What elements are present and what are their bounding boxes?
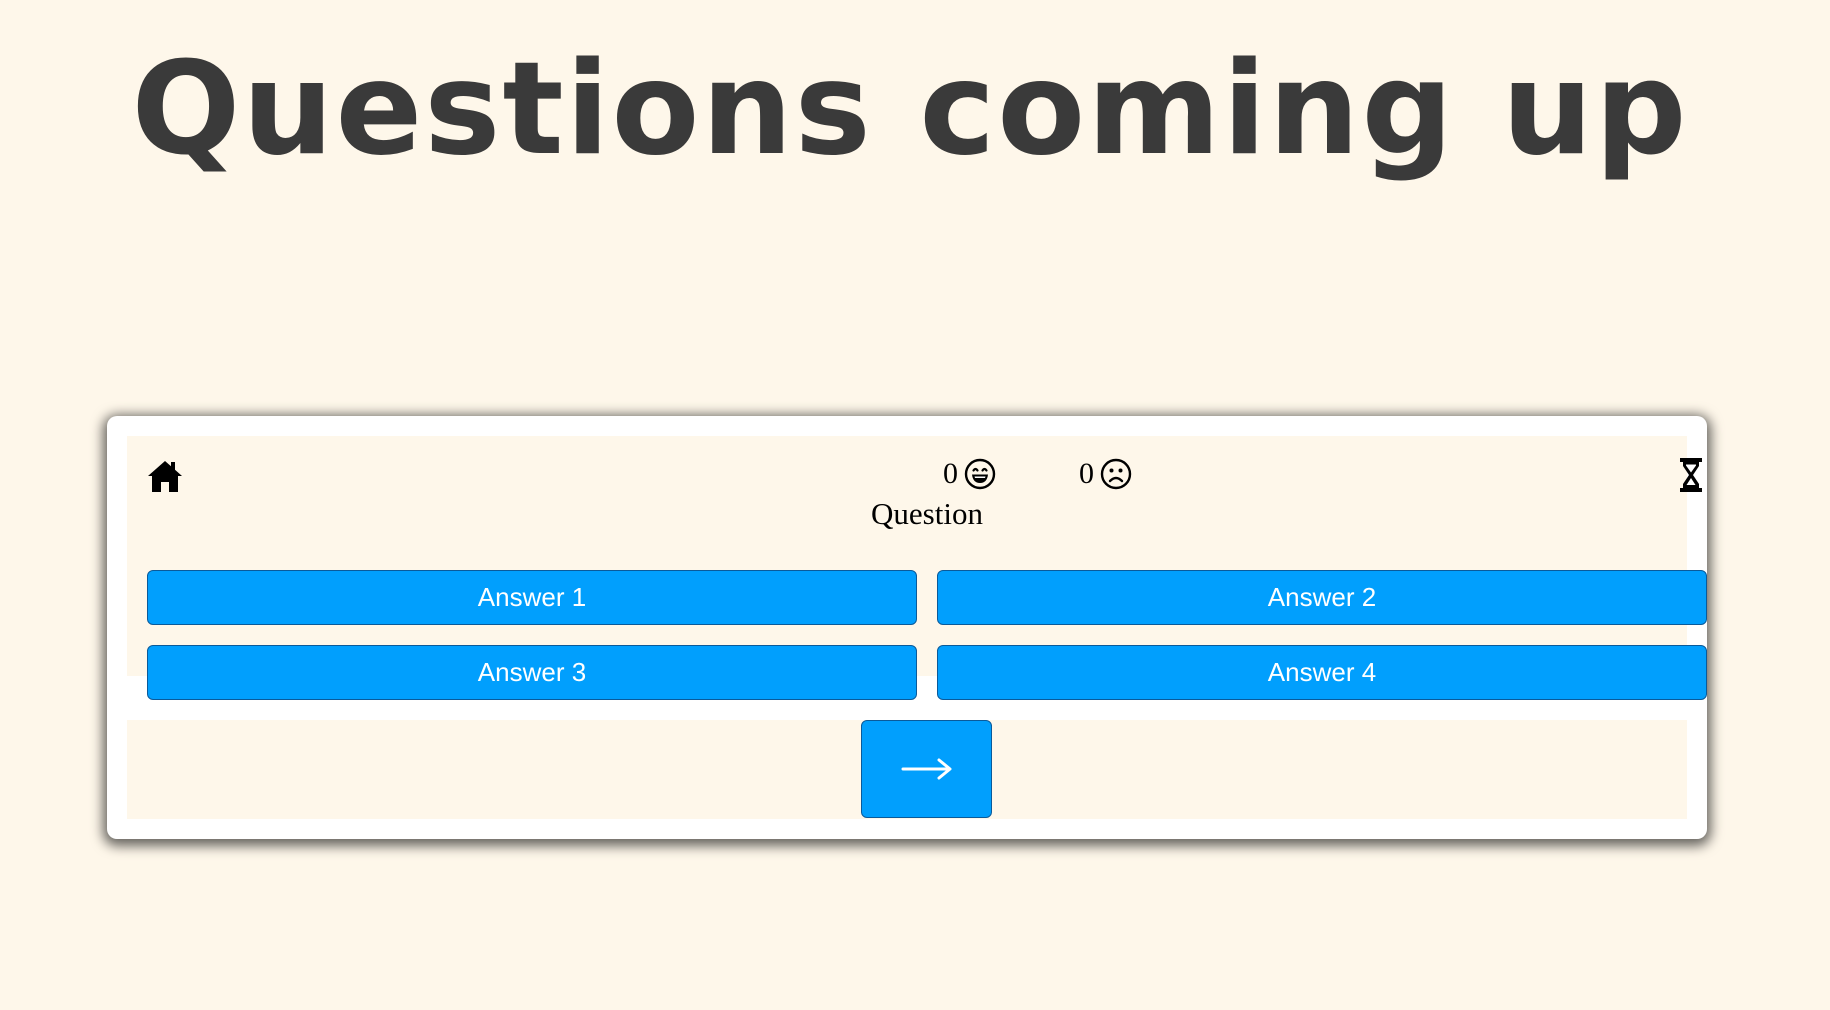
answer-3-button[interactable]: Answer 3	[147, 645, 917, 700]
correct-score: 0	[943, 454, 996, 494]
answer-1-button[interactable]: Answer 1	[147, 570, 917, 625]
grinning-face-icon	[964, 458, 996, 490]
home-icon[interactable]	[147, 458, 183, 494]
next-button[interactable]	[861, 720, 992, 818]
question-text: Question	[871, 496, 983, 531]
question-panel: 0 0 Question Answer 1 Answer 2 Answer 3 …	[127, 436, 1707, 700]
right-arrow-icon	[901, 758, 951, 780]
quiz-card: 0 0 Question Answer 1 Answer 2 Answer 3 …	[107, 416, 1707, 839]
navigation-panel	[127, 720, 1687, 819]
hourglass-icon	[1680, 458, 1702, 492]
frowning-face-icon	[1100, 458, 1132, 490]
wrong-count: 0	[1079, 457, 1094, 490]
wrong-score: 0	[1079, 454, 1132, 494]
correct-count: 0	[943, 457, 958, 490]
page-title: Questions coming up	[131, 35, 1689, 184]
answer-2-button[interactable]: Answer 2	[937, 570, 1707, 625]
answer-4-button[interactable]: Answer 4	[937, 645, 1707, 700]
